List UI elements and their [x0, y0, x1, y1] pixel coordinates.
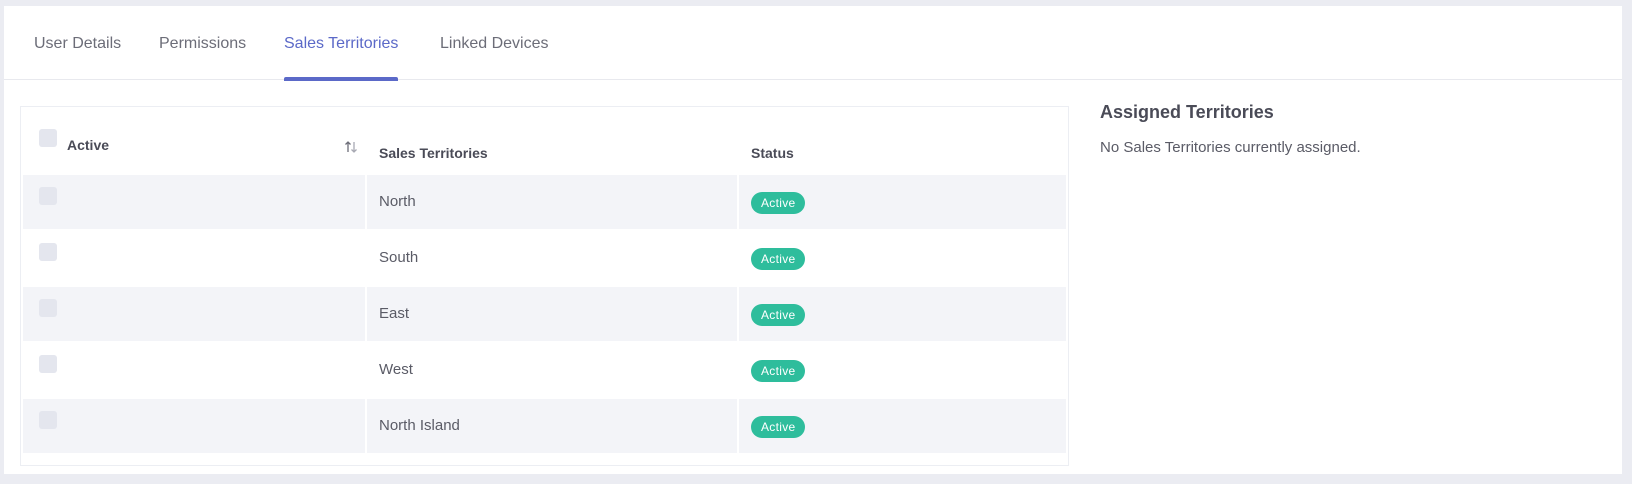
status-badge: Active — [751, 360, 806, 382]
territory-name: North — [379, 193, 416, 210]
assigned-empty-message: No Sales Territories currently assigned. — [1100, 139, 1361, 156]
territory-name: North Island — [379, 417, 460, 434]
assigned-territories-title: Assigned Territories — [1100, 102, 1274, 122]
active-column-header: Active — [23, 109, 365, 173]
row-checkbox[interactable] — [39, 187, 57, 205]
row-checkbox[interactable] — [39, 355, 57, 373]
tab-permissions[interactable]: Permissions — [159, 6, 246, 79]
territory-cell: North Island — [367, 399, 737, 453]
row-checkbox-cell — [23, 343, 365, 397]
territories-column-header: Sales Territories — [367, 109, 737, 173]
table-row: East Active — [23, 287, 1066, 341]
status-column-header: Status — [739, 109, 1066, 173]
row-checkbox-cell — [23, 175, 365, 229]
table-row: West Active — [23, 343, 1066, 397]
tab-linked-devices[interactable]: Linked Devices — [440, 6, 549, 79]
status-cell: Active — [739, 343, 1066, 397]
territories-header-label: Sales Territories — [379, 145, 488, 161]
assigned-territories-panel: Assigned Territories No Sales Territorie… — [1100, 102, 1600, 156]
table-row: North Active — [23, 175, 1066, 229]
territory-cell: North — [367, 175, 737, 229]
status-badge: Active — [751, 248, 806, 270]
status-cell: Active — [739, 175, 1066, 229]
status-cell: Active — [739, 231, 1066, 285]
status-badge: Active — [751, 304, 806, 326]
territory-cell: East — [367, 287, 737, 341]
status-header-label: Status — [751, 145, 794, 161]
row-checkbox-cell — [23, 287, 365, 341]
table-row: North Island Active — [23, 399, 1066, 453]
status-badge: Active — [751, 416, 806, 438]
row-checkbox[interactable] — [39, 299, 57, 317]
table-row: South Active — [23, 231, 1066, 285]
territory-name: West — [379, 361, 413, 378]
row-checkbox[interactable] — [39, 243, 57, 261]
territory-cell: West — [367, 343, 737, 397]
active-header-label: Active — [67, 137, 110, 153]
territory-name: East — [379, 305, 410, 322]
user-edit-card: User Details Permissions Sales Territori… — [4, 6, 1622, 474]
tab-sales-territories[interactable]: Sales Territories — [284, 6, 399, 81]
status-badge: Active — [751, 192, 806, 214]
status-cell: Active — [739, 399, 1066, 453]
row-checkbox[interactable] — [39, 411, 57, 429]
row-checkbox-cell — [23, 399, 365, 453]
territory-name: South — [379, 249, 419, 266]
sort-arrows-icon[interactable] — [343, 139, 359, 155]
territories-table: Active Sales Territories Status North Ac… — [20, 106, 1069, 466]
select-all-checkbox[interactable] — [39, 129, 57, 147]
table-header-row: Active Sales Territories Status — [23, 109, 1066, 173]
status-cell: Active — [739, 287, 1066, 341]
tab-user-details[interactable]: User Details — [34, 6, 121, 79]
row-checkbox-cell — [23, 231, 365, 285]
territory-cell: South — [367, 231, 737, 285]
tab-bar: User Details Permissions Sales Territori… — [4, 6, 1622, 81]
